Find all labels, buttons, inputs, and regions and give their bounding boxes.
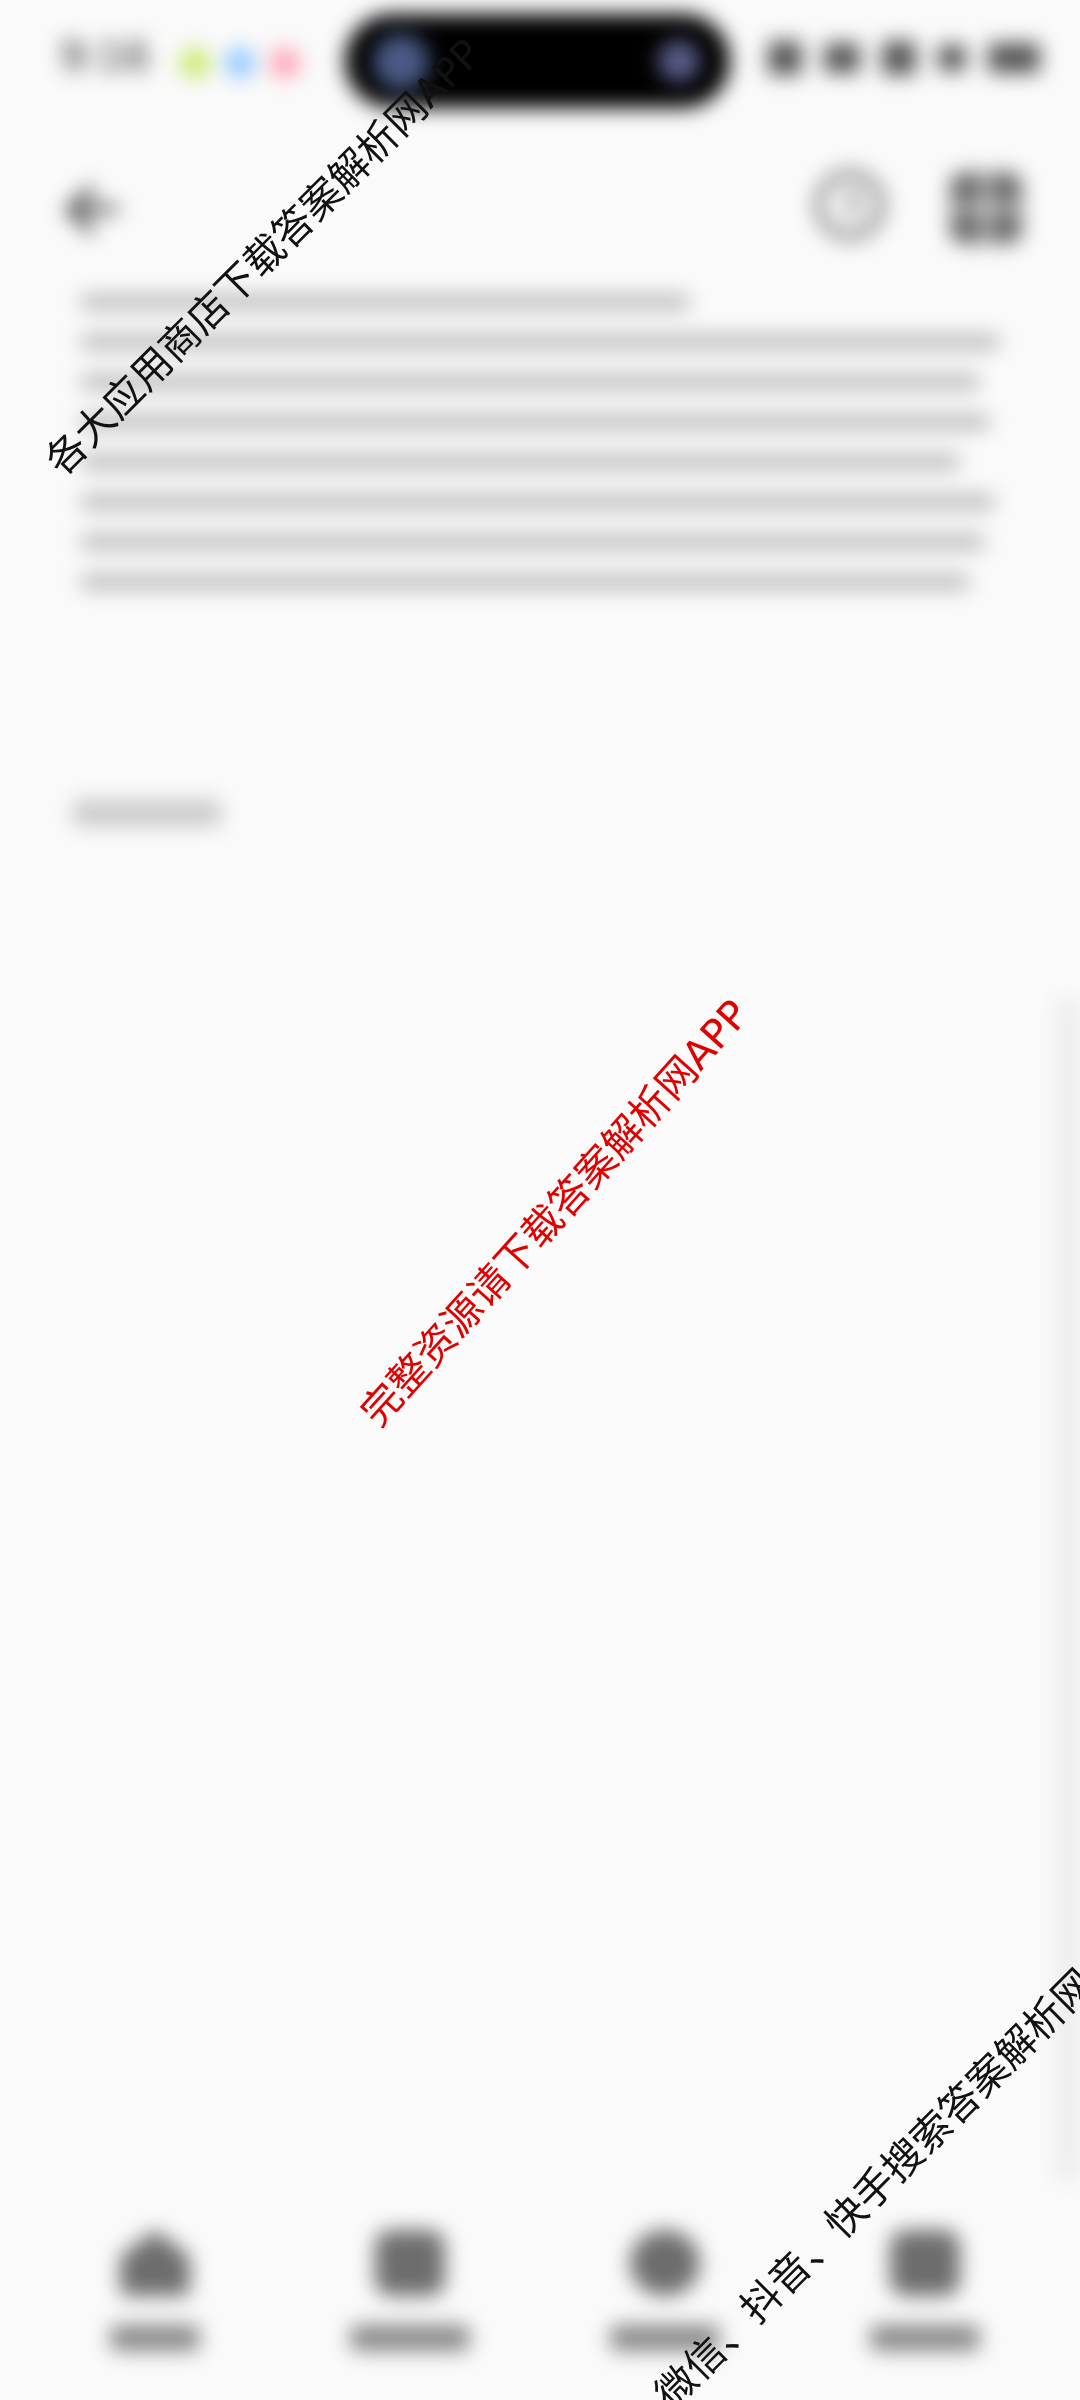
grid-icon[interactable] xyxy=(950,172,1022,244)
notification-dot xyxy=(270,48,300,78)
wifi-icon xyxy=(824,43,860,73)
text-line xyxy=(80,415,990,429)
status-indicators xyxy=(768,38,1040,78)
catalog-icon xyxy=(375,2230,445,2296)
bottom-nav xyxy=(0,2210,1080,2400)
signal-icon xyxy=(882,41,916,75)
notification-dot xyxy=(225,48,255,78)
vibrate-icon xyxy=(768,41,802,75)
battery-icon xyxy=(988,43,1040,73)
screen: 9:16 各大应用商店下载答案解析网APP 完整资源请下载答案解析网APP 微信… xyxy=(0,0,1080,2400)
notification-dot xyxy=(180,48,210,78)
profile-icon xyxy=(890,2230,960,2296)
status-time: 9:16 xyxy=(60,34,150,80)
text-line xyxy=(80,455,960,469)
text-content xyxy=(80,295,1000,615)
back-arrow-icon[interactable] xyxy=(62,178,122,238)
status-bar: 9:16 xyxy=(0,0,1080,110)
nav-item-profile[interactable] xyxy=(840,2230,1010,2370)
nav-label xyxy=(350,2325,470,2351)
sensor-icon xyxy=(658,40,700,82)
network-icon xyxy=(938,45,966,71)
text-line xyxy=(80,495,995,509)
home-icon xyxy=(120,2230,190,2296)
clock-icon[interactable] xyxy=(815,170,885,240)
section-label xyxy=(72,800,222,826)
grid-icon xyxy=(630,2230,700,2296)
text-line xyxy=(80,535,985,549)
text-line xyxy=(80,575,970,589)
nav-item-home[interactable] xyxy=(70,2230,240,2370)
nav-label xyxy=(110,2325,200,2351)
nav-item-catalog[interactable] xyxy=(325,2230,495,2370)
text-line xyxy=(80,375,980,389)
nav-label xyxy=(870,2325,980,2351)
